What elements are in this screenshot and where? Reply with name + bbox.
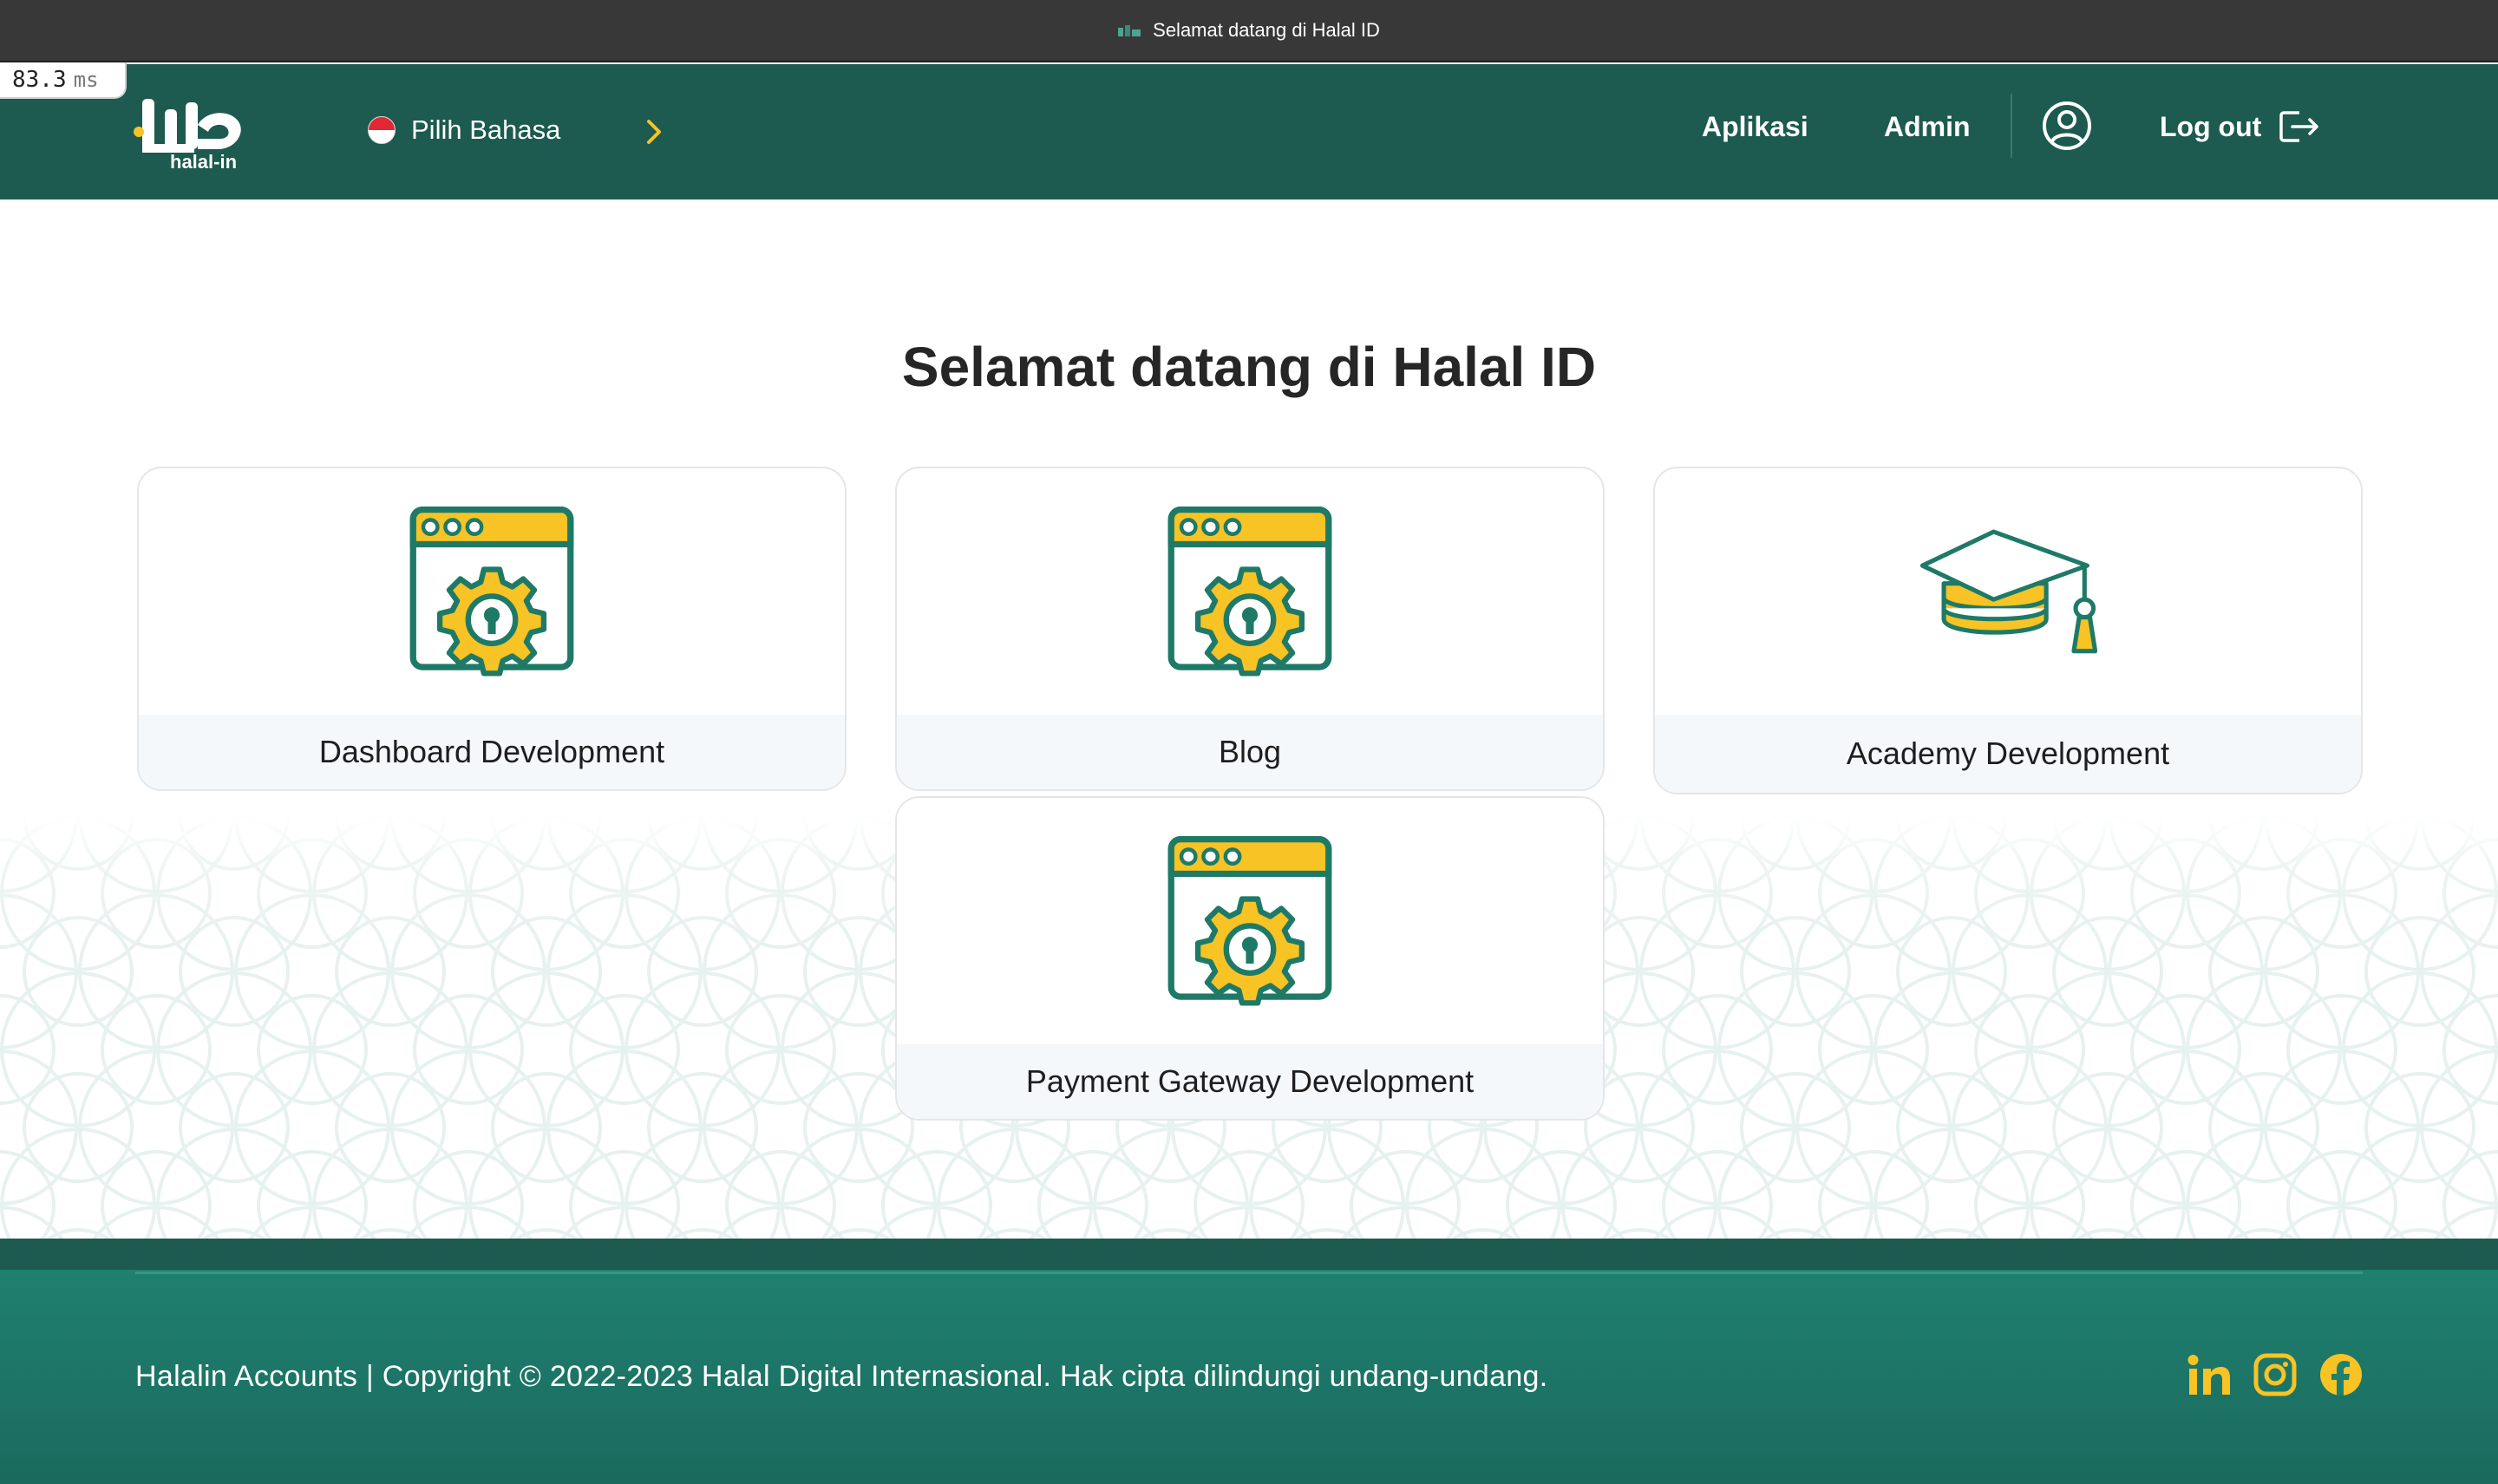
web-settings-icon: [1167, 836, 1332, 1006]
language-selector[interactable]: Pilih Bahasa: [368, 113, 560, 147]
page-title: Selamat datang di Halal ID: [901, 336, 1597, 398]
logout-button[interactable]: Log out: [2160, 109, 2320, 144]
logo-text: halal-in: [170, 151, 237, 173]
linkedin-icon[interactable]: [2187, 1353, 2231, 1396]
app-card-label: Blog: [897, 715, 1603, 789]
favicon-icon: [1118, 25, 1141, 36]
user-account-icon[interactable]: [2042, 101, 2092, 151]
footer-divider: [135, 1272, 2363, 1274]
perf-overlay: 83.3 ms: [0, 62, 127, 99]
nav-aplikasi[interactable]: Aplikasi: [1702, 111, 1808, 143]
app-card-label: Dashboard Development: [139, 715, 845, 789]
web-settings-icon: [1167, 507, 1332, 677]
footer-top-band: [0, 1239, 2498, 1270]
graduation-cap-icon: [1919, 528, 2097, 662]
app-card-label: Payment Gateway Development: [897, 1044, 1603, 1119]
halal-in-logo[interactable]: halal-in: [132, 90, 271, 173]
app-card-payment-gateway-development[interactable]: Payment Gateway Development: [895, 796, 1605, 1121]
social-links: [2187, 1353, 2363, 1396]
logout-icon: [2279, 111, 2319, 142]
indonesia-flag-icon: [368, 116, 396, 144]
window-titlebar: Selamat datang di Halal ID: [0, 0, 2498, 62]
facebook-icon[interactable]: [2319, 1353, 2363, 1396]
footer: Halalin Accounts | Copyright © 2022-2023…: [0, 1270, 2498, 1484]
language-selector-label: Pilih Bahasa: [411, 114, 561, 145]
app-card-academy-development[interactable]: Academy Development: [1653, 467, 2363, 794]
web-settings-icon: [409, 507, 574, 677]
app-card-blog[interactable]: Blog: [895, 467, 1605, 791]
nav-divider: [2011, 94, 2012, 158]
top-navbar: halal-in Pilih Bahasa Aplikasi Admin Log…: [0, 64, 2498, 199]
footer-copyright: Halalin Accounts | Copyright © 2022-2023…: [135, 1360, 1548, 1393]
app-card-dashboard-development[interactable]: Dashboard Development: [137, 467, 847, 791]
instagram-icon[interactable]: [2253, 1353, 2297, 1396]
window-title: Selamat datang di Halal ID: [1153, 19, 1380, 41]
perf-value: 83.3: [12, 67, 67, 93]
chevron-right-icon[interactable]: [642, 116, 666, 147]
logout-label: Log out: [2160, 110, 2262, 142]
app-card-label: Academy Development: [1655, 715, 2361, 793]
nav-admin[interactable]: Admin: [1884, 111, 1971, 143]
perf-unit: ms: [73, 68, 99, 92]
